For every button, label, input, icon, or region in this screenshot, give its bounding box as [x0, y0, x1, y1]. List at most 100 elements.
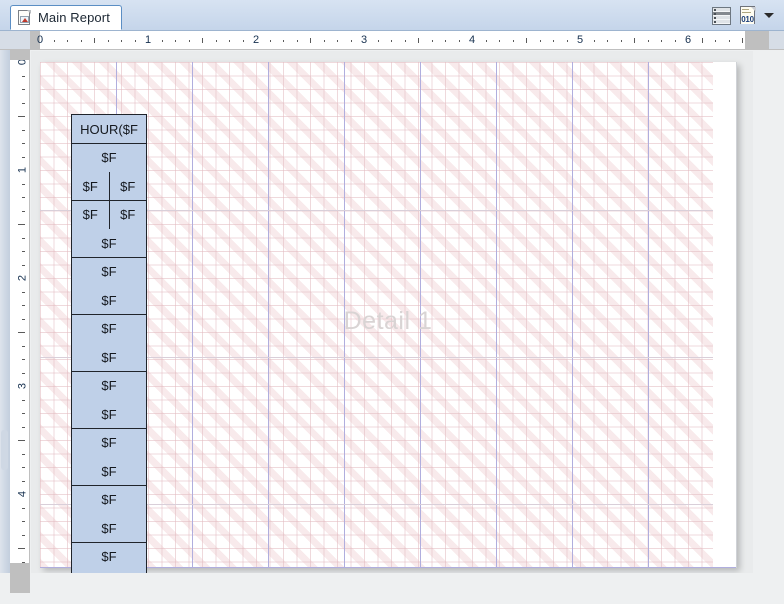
ruler-tick [22, 319, 25, 320]
ruler-tick [18, 332, 25, 333]
ruler-tick [445, 40, 446, 42]
field-row[interactable]: $F [71, 285, 147, 315]
ruler-tick [22, 265, 25, 266]
ruler-tick [378, 40, 379, 42]
field-cell[interactable]: $F [72, 428, 146, 457]
left-gutter [0, 50, 10, 573]
field-cell[interactable]: $F [72, 343, 146, 371]
field-cell[interactable]: $F [72, 514, 146, 542]
field-row[interactable]: $F [71, 142, 147, 173]
field-row[interactable]: $F [71, 541, 147, 572]
ruler-tick [229, 40, 230, 42]
report-design-area[interactable]: Detail 1 HOUR($F $F $F $F $F $F $F $F $F $F $F $F $F… [31, 51, 753, 573]
field-cell[interactable]: $F [72, 200, 109, 229]
vertical-ruler-bottom-block [10, 563, 30, 593]
ruler-tick [486, 40, 487, 42]
ruler-tick [18, 224, 25, 225]
ruler-tick [18, 440, 25, 441]
tab-strip: Main Report 010 [0, 0, 784, 31]
chevron-down-icon[interactable] [764, 13, 774, 18]
ruler-tick [702, 38, 703, 43]
field-cell[interactable]: $F [72, 229, 146, 257]
ruler-tick [22, 508, 25, 509]
vertical-guide [344, 62, 345, 568]
field-row[interactable]: $F [71, 513, 147, 543]
ruler-tick [540, 40, 541, 42]
ruler-tick [499, 40, 500, 42]
field-row[interactable]: HOUR($F [71, 114, 147, 144]
ruler-tick [216, 40, 217, 42]
field-row[interactable]: $F [71, 570, 147, 573]
ruler-tick [22, 143, 25, 144]
ruler-tick [175, 40, 176, 42]
field-row[interactable]: $F [71, 427, 147, 458]
ruler-tick [742, 40, 743, 42]
ruler-tick [607, 40, 608, 42]
field-cell[interactable]: $F [72, 314, 146, 343]
field-row[interactable]: $F [71, 484, 147, 515]
gutter-handle[interactable] [1, 430, 8, 470]
ruler-tick [22, 373, 25, 374]
ruler-tick [324, 40, 325, 42]
ruler-tick [337, 40, 338, 42]
field-row[interactable]: $F [71, 370, 147, 401]
field-cell[interactable]: $F [108, 172, 146, 200]
field-cell[interactable]: $F [72, 143, 146, 172]
ruler-label: 1 [144, 34, 152, 46]
field-cell[interactable]: $F [72, 542, 146, 571]
data-source-button[interactable]: 010 [740, 6, 757, 25]
ruler-tick [661, 40, 662, 42]
ruler-label: 3 [360, 34, 368, 46]
ruler-tick [729, 40, 730, 42]
ruler-tick [22, 521, 25, 522]
canvas-right-margin [713, 62, 736, 568]
ruler-tick [22, 292, 25, 293]
horizontal-ruler[interactable]: 0 1 2 3 4 5 6 [0, 31, 784, 50]
field-row[interactable]: $F $F [71, 171, 147, 201]
field-row[interactable]: $F [71, 256, 147, 287]
ruler-label: 1 [16, 166, 29, 174]
bottom-strip [0, 573, 784, 604]
field-cell[interactable]: $F [108, 200, 146, 229]
field-stack[interactable]: HOUR($F $F $F $F $F $F $F $F $F $F $F $F $F $F $F $F $F $… [71, 114, 147, 573]
vertical-guide [420, 62, 421, 568]
ruler-tick [22, 305, 25, 306]
ruler-tick [432, 40, 433, 42]
field-row[interactable]: $F $F [71, 199, 147, 230]
field-cell[interactable]: $F [72, 400, 146, 428]
field-cell[interactable]: $F [72, 485, 146, 514]
ruler-tick [189, 40, 190, 42]
ruler-tick [594, 40, 595, 42]
field-row[interactable]: $F [71, 342, 147, 372]
tab-main-report[interactable]: Main Report [10, 5, 122, 30]
field-row[interactable]: $F [71, 456, 147, 486]
ruler-tick [22, 89, 25, 90]
ruler-tick [22, 535, 25, 536]
ruler-tick [391, 40, 392, 42]
ruler-tick [162, 40, 163, 42]
field-row[interactable]: $F [71, 313, 147, 344]
field-cell[interactable]: $F [72, 457, 146, 485]
field-cell[interactable]: $F [72, 286, 146, 314]
ruler-tick [108, 40, 109, 42]
ruler-tick [22, 400, 25, 401]
ruler-tick [22, 359, 25, 360]
field-cell[interactable]: HOUR($F [72, 115, 146, 143]
data-source-icon: 010 [740, 6, 757, 25]
ruler-tick [22, 157, 25, 158]
ruler-tick [22, 211, 25, 212]
ruler-tick [18, 548, 25, 549]
vertical-ruler[interactable]: 01234 [10, 50, 30, 573]
ruler-tick [202, 38, 203, 43]
field-cell[interactable]: $F [72, 257, 146, 286]
field-cell[interactable]: $F [72, 571, 146, 573]
ruler-tick [22, 238, 25, 239]
field-row[interactable]: $F [71, 399, 147, 429]
ruler-tick [18, 116, 25, 117]
ruler-tick [715, 40, 716, 42]
field-list-button[interactable] [712, 6, 731, 25]
ruler-tick [22, 197, 25, 198]
field-cell[interactable]: $F [72, 172, 109, 200]
field-cell[interactable]: $F [72, 371, 146, 400]
field-row[interactable]: $F [71, 228, 147, 258]
